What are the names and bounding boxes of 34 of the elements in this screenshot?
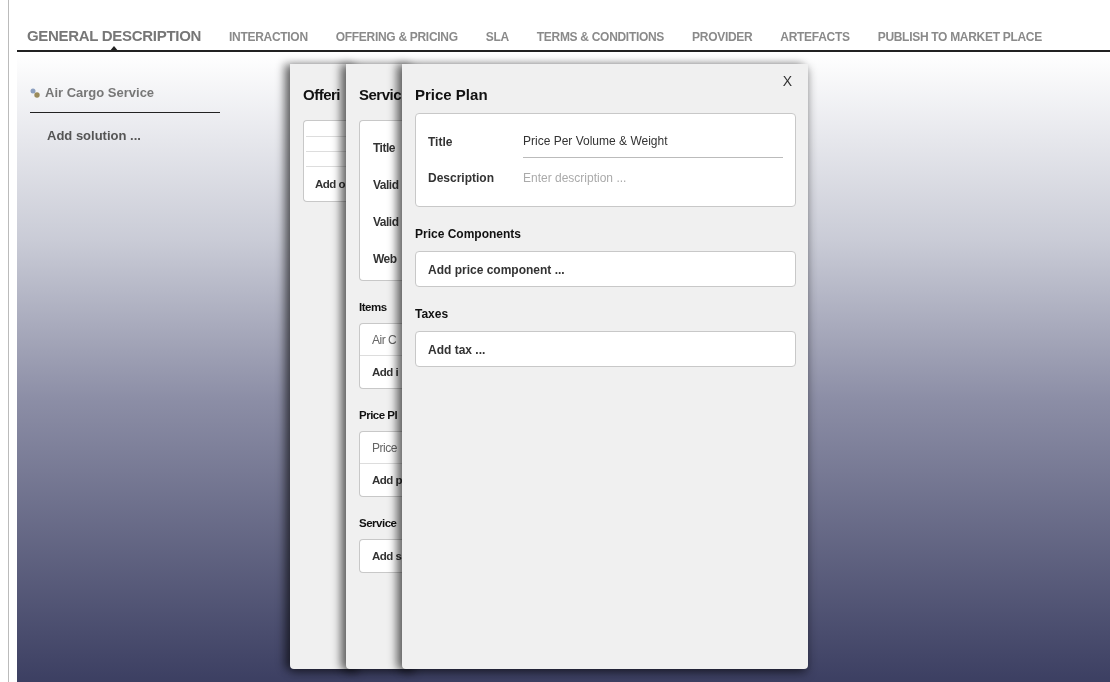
section-title: Items: [359, 301, 388, 313]
tab[interactable]: PUBLISH TO MARKET PLACE: [869, 30, 1050, 44]
close-button[interactable]: X: [782, 73, 792, 89]
tab[interactable]: INTERACTION: [221, 30, 316, 44]
solution-link[interactable]: Air Cargo Service: [45, 85, 155, 100]
add-button[interactable]: Add tax ...: [415, 331, 796, 367]
panel-title: Servic: [359, 86, 403, 103]
section-title: Price Pl: [359, 409, 399, 421]
tab[interactable]: ARTEFACTS: [772, 30, 858, 44]
field-label: Valid: [373, 178, 400, 192]
gears-icon: [30, 87, 40, 98]
section-title: Price Components: [415, 227, 523, 241]
section-title: Taxes: [415, 307, 450, 321]
tab[interactable]: SLA: [477, 30, 517, 44]
list-item[interactable]: Price: [360, 432, 397, 463]
field-label: Title: [373, 141, 396, 155]
section-title: Service: [359, 517, 398, 529]
input-field[interactable]: Price Per Volume & Weight: [523, 126, 783, 158]
tab[interactable]: PROVIDER: [684, 30, 761, 44]
add-link[interactable]: Add i: [360, 356, 399, 388]
add-button[interactable]: Add price component ...: [415, 251, 796, 287]
add-link[interactable]: Add s: [360, 540, 402, 572]
add-offering-link[interactable]: Add o: [315, 178, 346, 190]
field-label: Valid: [373, 215, 400, 229]
field-label: Title: [428, 135, 454, 149]
tab[interactable]: TERMS & CONDITIONS: [528, 30, 673, 44]
panel-title: Offeri: [303, 86, 341, 103]
field-label: Description: [428, 171, 495, 185]
tab[interactable]: OFFERING & PRICING: [327, 30, 466, 44]
panel-title: Price Plan: [415, 86, 488, 103]
add-link[interactable]: Add p: [360, 464, 403, 496]
list-item[interactable]: Air C: [360, 324, 397, 355]
field-label: Web: [373, 252, 398, 266]
add-solution-link[interactable]: Add solution ...: [47, 128, 220, 143]
